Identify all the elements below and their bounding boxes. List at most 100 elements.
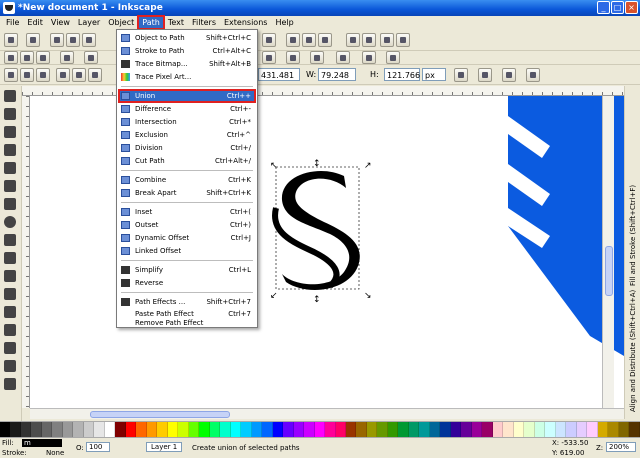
menu-item-intersection[interactable]: Intersection Ctrl+*	[119, 116, 255, 128]
align-right-icon[interactable]	[82, 33, 96, 47]
transform-patterns-icon[interactable]	[526, 68, 540, 82]
opacity-input[interactable]: 100	[86, 442, 110, 452]
color-swatch[interactable]	[429, 422, 441, 438]
menu-view[interactable]: View	[47, 16, 74, 29]
eraser-tool[interactable]	[3, 359, 18, 374]
menu-item-linked-offset[interactable]: Linked Offset	[119, 245, 255, 257]
color-swatch[interactable]	[10, 422, 21, 438]
color-swatch[interactable]	[566, 422, 577, 438]
color-swatch[interactable]	[314, 422, 326, 438]
color-swatch[interactable]	[408, 422, 420, 438]
color-swatch[interactable]	[524, 422, 535, 438]
color-swatch[interactable]	[597, 422, 609, 438]
menu-item-outset[interactable]: Outset Ctrl+)	[119, 219, 255, 231]
flip-horizontal-icon[interactable]	[88, 68, 102, 82]
color-swatch[interactable]	[450, 422, 462, 438]
letter-s-shape[interactable]	[281, 170, 360, 290]
menu-item-trace-bitmap[interactable]: Trace Bitmap... Shift+Alt+B	[119, 58, 255, 70]
color-swatch[interactable]	[345, 422, 357, 438]
fill-stroke-icon[interactable]	[380, 33, 394, 47]
color-swatch[interactable]	[136, 422, 147, 438]
color-swatch[interactable]	[482, 422, 493, 438]
color-swatch[interactable]	[115, 422, 126, 438]
objects-icon[interactable]	[386, 51, 400, 64]
w-value-input[interactable]: 79.248	[318, 68, 356, 81]
vertical-scrollbar[interactable]	[602, 96, 614, 408]
color-swatch[interactable]	[125, 422, 137, 438]
color-swatch[interactable]	[272, 422, 284, 438]
menu-item-path-effects[interactable]: Path Effects ... Shift+Ctrl+7	[119, 296, 255, 308]
rotate-ccw-icon[interactable]	[56, 68, 70, 82]
node-edit-icon[interactable]	[26, 33, 40, 47]
tweak-tool[interactable]	[3, 125, 18, 140]
menu-file[interactable]: File	[2, 16, 23, 29]
minimize-button[interactable]: _	[597, 1, 610, 14]
undo-icon[interactable]	[84, 51, 98, 64]
select-all-layers-icon[interactable]	[20, 68, 34, 82]
fill-stroke-dock-tab[interactable]: Fill and Stroke (Shift+Ctrl+F)	[629, 126, 638, 286]
select-all-icon[interactable]	[4, 68, 18, 82]
align-left-icon[interactable]	[50, 33, 64, 47]
3d-box-tool[interactable]	[3, 197, 18, 212]
color-swatch[interactable]	[83, 422, 95, 438]
fill-swatch[interactable]: m	[22, 439, 62, 447]
color-swatch[interactable]	[492, 422, 504, 438]
align-dock-tab[interactable]: Align and Distribute (Shift+Ctrl+A)	[629, 282, 638, 412]
star-tool[interactable]	[3, 233, 18, 248]
color-swatch[interactable]	[199, 422, 210, 438]
x-value-input[interactable]: 431.481	[258, 68, 300, 81]
menu-item-cut-path[interactable]: Cut Path Ctrl+Alt+/	[119, 155, 255, 167]
zoom-input[interactable]: 200%	[606, 442, 636, 452]
color-swatch[interactable]	[576, 422, 588, 438]
color-swatch[interactable]	[618, 422, 630, 438]
menu-item-inset[interactable]: Inset Ctrl+(	[119, 206, 255, 218]
menu-item-object-to-path[interactable]: Object to Path Shift+Ctrl+C	[119, 32, 255, 44]
color-swatch[interactable]	[534, 422, 546, 438]
menu-item-exclusion[interactable]: Exclusion Ctrl+^	[119, 129, 255, 141]
color-swatch[interactable]	[440, 422, 451, 438]
layers-icon[interactable]	[362, 51, 376, 64]
transform-gradients-icon[interactable]	[502, 68, 516, 82]
menu-item-simplify[interactable]: Simplify Ctrl+L	[119, 264, 255, 276]
transform-corners-icon[interactable]	[478, 68, 492, 82]
scroll-thumb[interactable]	[90, 411, 230, 418]
rectangle-tool[interactable]	[3, 179, 18, 194]
save-file-icon[interactable]	[20, 51, 34, 64]
menu-filters[interactable]: Filters	[188, 16, 220, 29]
color-swatch[interactable]	[608, 422, 619, 438]
measure-tool[interactable]	[3, 161, 18, 176]
menu-item-remove-path-effect[interactable]: Remove Path Effect	[119, 318, 255, 328]
maximize-button[interactable]: □	[611, 1, 624, 14]
import-icon[interactable]	[262, 33, 276, 47]
spiral-tool[interactable]	[3, 251, 18, 266]
menu-help[interactable]: Help	[271, 16, 297, 29]
duplicate-icon[interactable]	[286, 33, 300, 47]
color-swatch[interactable]	[73, 422, 84, 438]
color-swatch[interactable]	[555, 422, 567, 438]
guides-icon[interactable]	[318, 33, 332, 47]
deselect-icon[interactable]	[36, 68, 50, 82]
color-swatch[interactable]	[325, 422, 336, 438]
color-swatch[interactable]	[0, 422, 11, 438]
color-swatch[interactable]	[178, 422, 189, 438]
pencil-tool[interactable]	[3, 269, 18, 284]
group-icon[interactable]	[262, 51, 276, 64]
color-swatch[interactable]	[104, 422, 116, 438]
grid-icon[interactable]	[302, 33, 316, 47]
color-swatch[interactable]	[419, 422, 430, 438]
text-tool[interactable]	[3, 323, 18, 338]
preferences-icon[interactable]	[396, 33, 410, 47]
menu-text[interactable]: Text	[164, 16, 188, 29]
menu-item-dynamic-offset[interactable]: Dynamic Offset Ctrl+J	[119, 232, 255, 244]
menu-item-union[interactable]: Union Ctrl++	[118, 89, 256, 103]
color-swatch[interactable]	[461, 422, 472, 438]
rotate-cw-icon[interactable]	[72, 68, 86, 82]
horizontal-scrollbar[interactable]	[30, 408, 624, 419]
node-tool[interactable]	[3, 107, 18, 122]
color-swatch[interactable]	[513, 422, 525, 438]
color-swatch[interactable]	[94, 422, 105, 438]
color-swatch[interactable]	[587, 422, 598, 438]
color-swatch[interactable]	[157, 422, 168, 438]
color-swatch[interactable]	[335, 422, 346, 438]
spray-tool[interactable]	[3, 341, 18, 356]
